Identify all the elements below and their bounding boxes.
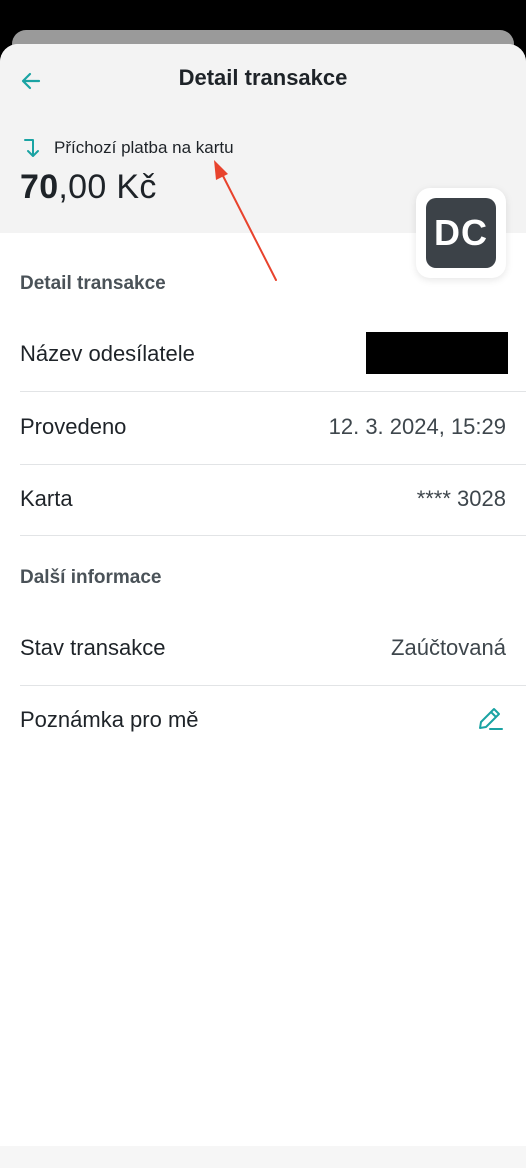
row-value: 12. 3. 2024, 15:29 (328, 414, 506, 439)
row-value: Zaúčtovaná (391, 635, 506, 660)
row-label: Provedeno (20, 414, 127, 439)
divider (20, 535, 526, 536)
transaction-type-label: Příchozí platba na kartu (54, 138, 234, 157)
transaction-type: Příchozí platba na kartu (22, 136, 234, 160)
row-label: Stav transakce (20, 635, 166, 660)
pencil-icon (479, 708, 503, 730)
bottom-bar (0, 1146, 526, 1168)
edit-note-button[interactable] (474, 702, 506, 734)
row-sender-name: Název odesílatele (0, 318, 526, 390)
row-value: **** 3028 (416, 486, 506, 511)
row-label: Karta (20, 486, 73, 511)
amount-fraction: ,00 (58, 168, 107, 206)
merchant-logo: DC (416, 188, 506, 278)
row-label: Název odesílatele (20, 341, 195, 366)
transaction-amount: 70,00 Kč (20, 168, 157, 207)
amount-currency: Kč (116, 168, 157, 206)
incoming-arrow-icon (24, 139, 39, 157)
row-personal-note[interactable]: Poznámka pro mě (0, 684, 526, 756)
amount-integer: 70 (20, 168, 59, 206)
row-executed: Provedeno 12. 3. 2024, 15:29 (0, 391, 526, 463)
row-card: Karta **** 3028 (0, 463, 526, 535)
merchant-logo-badge: DC (426, 198, 496, 268)
page-title: Detail transakce (178, 65, 348, 90)
row-label: Poznámka pro mě (20, 707, 199, 732)
redacted-sender (366, 332, 508, 374)
transaction-detail-sheet: Detail transakce Příchozí platba na kart… (0, 44, 526, 1168)
section-title-info: Další informace (20, 567, 162, 588)
section-title-detail: Detail transakce (20, 273, 166, 294)
row-transaction-status: Stav transakce Zaúčtovaná (0, 612, 526, 684)
